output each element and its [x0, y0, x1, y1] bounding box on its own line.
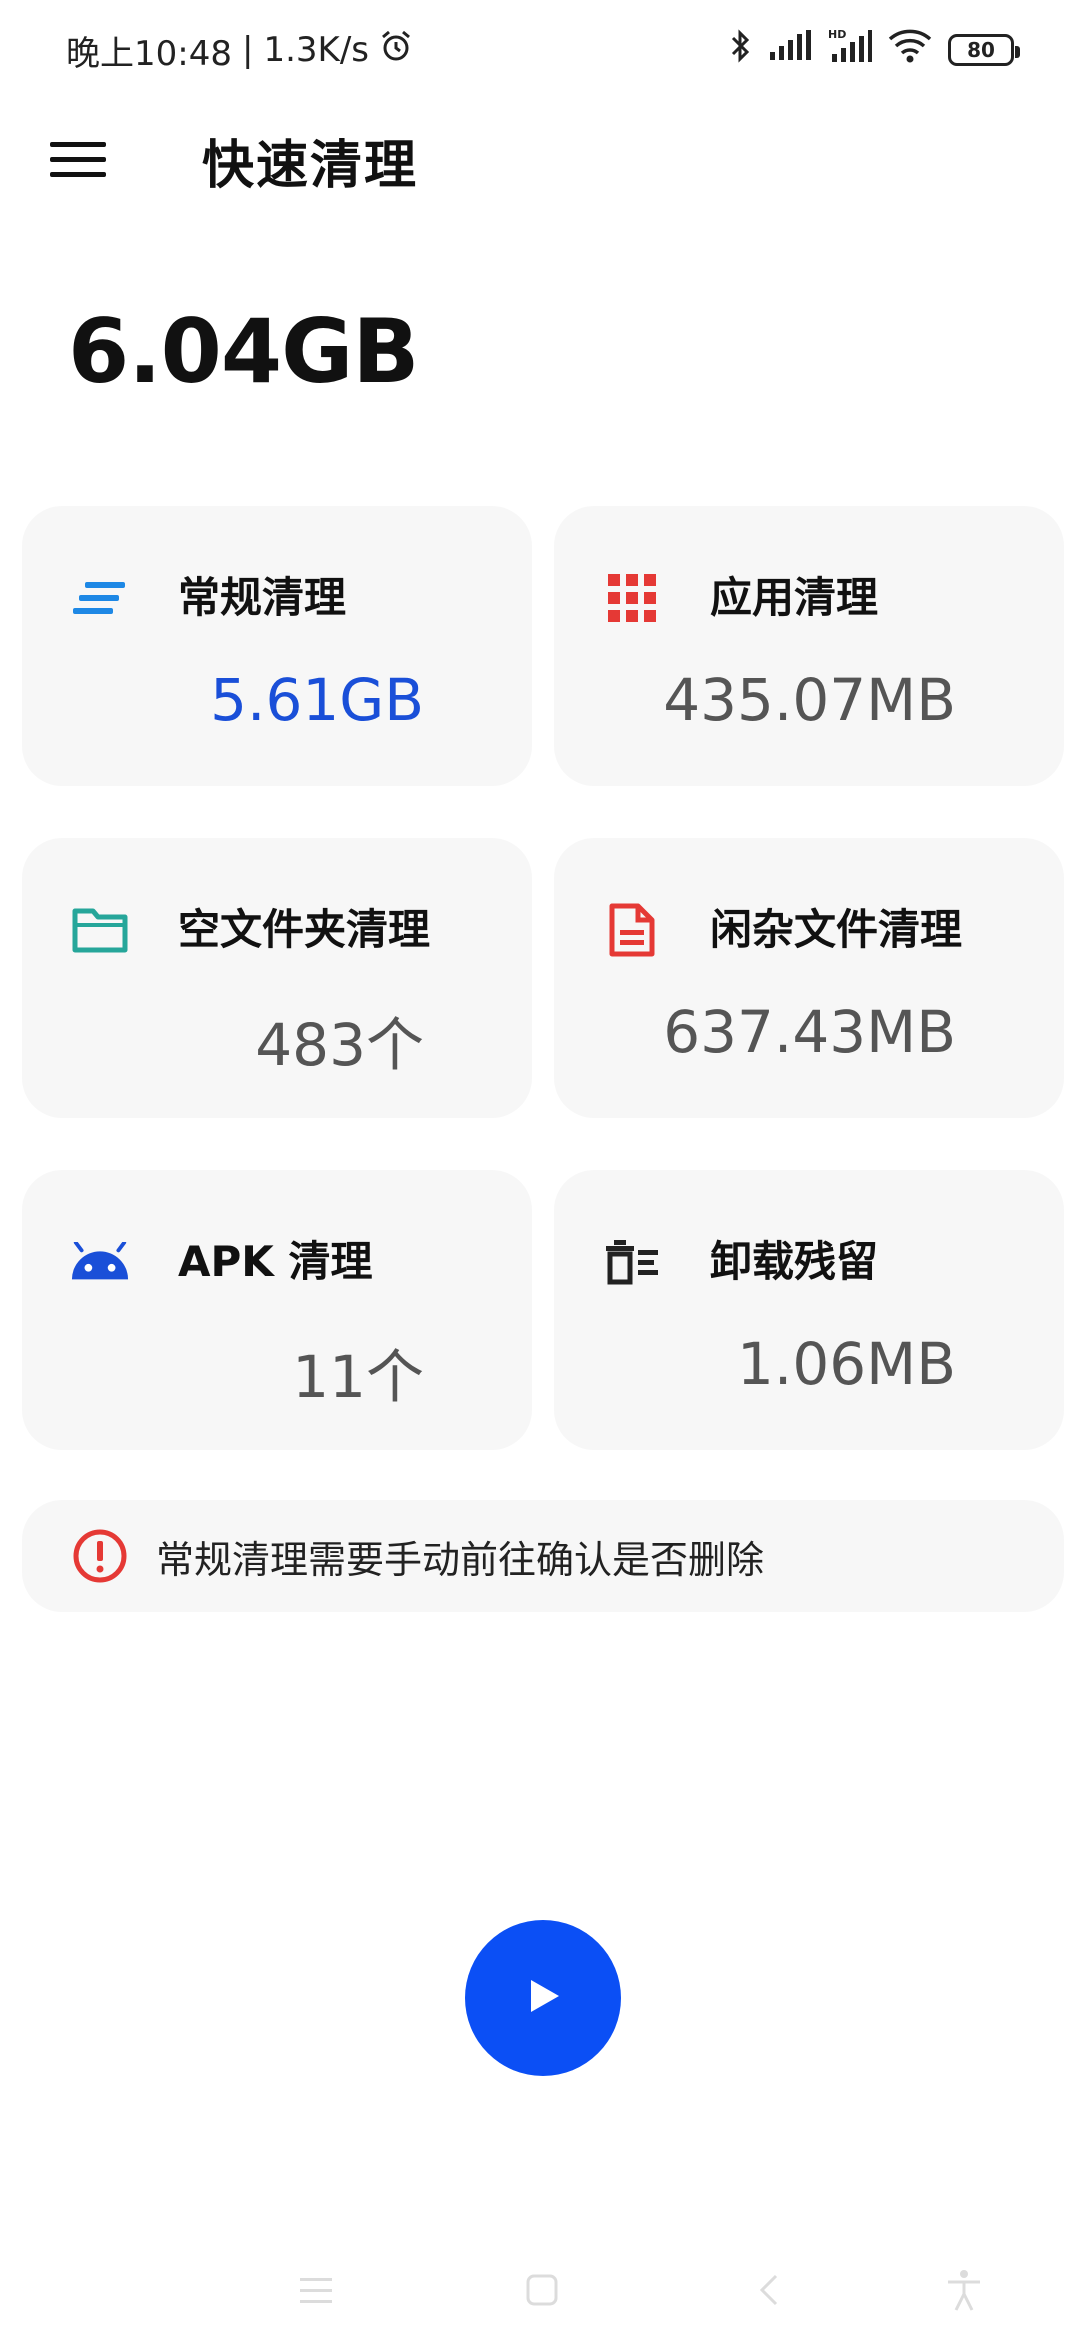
page-title: 快速清理 [202, 135, 419, 196]
app-bar: 快速清理 [0, 100, 1080, 220]
card-value: 435.07MB [663, 666, 956, 734]
status-separator: | [241, 30, 254, 70]
card-title: 常规清理 [178, 573, 347, 622]
card-title: 应用清理 [710, 573, 879, 622]
card-uninstall-residue[interactable]: 卸载残留 1.06MB [554, 1170, 1064, 1450]
svg-text:HD: HD [828, 28, 846, 41]
card-value: 483个 [255, 1011, 424, 1079]
start-clean-button[interactable] [465, 1920, 621, 2076]
menu-icon[interactable] [28, 110, 128, 210]
uninstall-residue-icon [602, 1232, 662, 1292]
document-icon [602, 900, 662, 960]
battery-level: 80 [967, 38, 995, 62]
bluetooth-icon [730, 28, 752, 73]
network-speed: 1.3K/s [263, 30, 369, 70]
android-icon [70, 1232, 130, 1292]
hd-signal-icon: HD [828, 28, 872, 73]
card-app-cleanup[interactable]: 应用清理 435.07MB [554, 506, 1064, 786]
card-value: 11个 [292, 1343, 424, 1411]
total-junk-size: 6.04GB [68, 300, 419, 403]
wifi-icon [888, 29, 932, 72]
folder-icon [70, 900, 130, 960]
nav-menu-icon[interactable] [286, 2262, 346, 2318]
lines-icon [70, 568, 130, 628]
card-apk-cleanup[interactable]: APK 清理 11个 [22, 1170, 532, 1450]
card-title: 空文件夹清理 [178, 905, 431, 954]
accessibility-icon[interactable] [934, 2262, 994, 2318]
play-icon [523, 1976, 563, 2020]
status-time: 晚上10:48 [66, 33, 232, 74]
status-bar: 晚上10:48 | 1.3K/s HD 80 [0, 0, 1080, 100]
card-value: 5.61GB [210, 666, 424, 734]
card-value: 1.06MB [737, 1330, 956, 1398]
cleanup-categories: 常规清理 5.61GB 应用清理 435.07MB 空文件夹清理 483个 闲杂… [22, 506, 1064, 1450]
card-misc-file-cleanup[interactable]: 闲杂文件清理 637.43MB [554, 838, 1064, 1118]
card-regular-cleanup[interactable]: 常规清理 5.61GB [22, 506, 532, 786]
nav-home-icon[interactable] [512, 2262, 572, 2318]
nav-back-icon[interactable] [740, 2262, 800, 2318]
notice-banner: 常规清理需要手动前往确认是否删除 [22, 1500, 1064, 1612]
card-value: 637.43MB [663, 998, 956, 1066]
card-empty-folder-cleanup[interactable]: 空文件夹清理 483个 [22, 838, 532, 1118]
card-title: APK 清理 [178, 1237, 373, 1286]
app-grid-icon [602, 568, 662, 628]
alert-icon [70, 1526, 130, 1586]
card-title: 卸载残留 [710, 1237, 879, 1286]
alarm-icon [379, 29, 413, 72]
notice-text: 常规清理需要手动前往确认是否删除 [156, 1537, 765, 1582]
battery-icon: 80 [948, 34, 1020, 66]
card-title: 闲杂文件清理 [710, 905, 963, 954]
system-nav-bar [0, 2240, 1080, 2340]
signal-icon [768, 29, 812, 71]
